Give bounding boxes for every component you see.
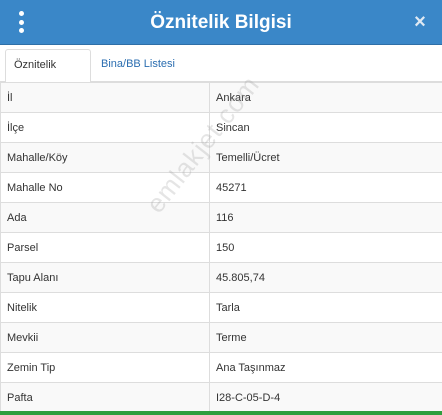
attribute-key: Ada	[0, 202, 210, 233]
table-row: Pafta I28-C-05-D-4	[0, 382, 442, 413]
table-row: Parsel 150	[0, 232, 442, 263]
table-row: Mahalle/Köy Temelli/Ücret	[0, 142, 442, 173]
table-row: Tapu Alanı 45.805,74	[0, 262, 442, 293]
dialog-title: Öznitelik Bilgisi	[150, 12, 292, 33]
attribute-value: Ana Taşınmaz	[209, 352, 442, 383]
table-row: Mevkii Terme	[0, 322, 442, 353]
attribute-value: 150	[209, 232, 442, 263]
attribute-key: Pafta	[0, 382, 210, 413]
attribute-value: Ankara	[209, 82, 442, 113]
attribute-value: Sincan	[209, 112, 442, 143]
table-row: Mahalle No 45271	[0, 172, 442, 203]
attribute-value: Tarla	[209, 292, 442, 323]
attribute-value: I28-C-05-D-4	[209, 382, 442, 413]
tab-oznitelik-bilgisi[interactable]: Öznitelik Bilgisi	[5, 49, 91, 101]
tab-bar: Öznitelik Bilgisi Bina/BB Listesi	[0, 46, 442, 101]
tab-bina-bb-listesi[interactable]: Bina/BB Listesi	[93, 49, 183, 82]
attribute-key: Parsel	[0, 232, 210, 263]
attribute-table: İl Ankara İlçe Sincan Mahalle/Köy Temelli/Ücr…	[0, 82, 442, 413]
table-row: Zemin Tip Ana Taşınmaz	[0, 352, 442, 383]
table-row: Ada 116	[0, 202, 442, 233]
attribute-key: Mahalle No	[0, 172, 210, 203]
attribute-key: Mahalle/Köy	[0, 142, 210, 173]
attribute-key: Tapu Alanı	[0, 262, 210, 293]
attribute-value: 116	[209, 202, 442, 233]
attribute-value: 45271	[209, 172, 442, 203]
attribute-value: 45.805,74	[209, 262, 442, 293]
attribute-key: Nitelik	[0, 292, 210, 323]
table-row: İlçe Sincan	[0, 112, 442, 143]
attribute-value: Terme	[209, 322, 442, 353]
bottom-accent-bar	[0, 411, 442, 415]
table-row: Nitelik Tarla	[0, 292, 442, 323]
table-row: İl Ankara	[0, 82, 442, 113]
close-icon[interactable]: ×	[410, 10, 430, 34]
attribute-value: Temelli/Ücret	[209, 142, 442, 173]
attribute-key: Zemin Tip	[0, 352, 210, 383]
attribute-key: Mevkii	[0, 322, 210, 353]
attribute-table-container: İl Ankara İlçe Sincan Mahalle/Köy Temelli/Ücr…	[0, 82, 442, 413]
attribute-key: İlçe	[0, 112, 210, 143]
dialog-header: Öznitelik Bilgisi ×	[0, 0, 442, 45]
attribute-key: İl	[0, 82, 210, 113]
